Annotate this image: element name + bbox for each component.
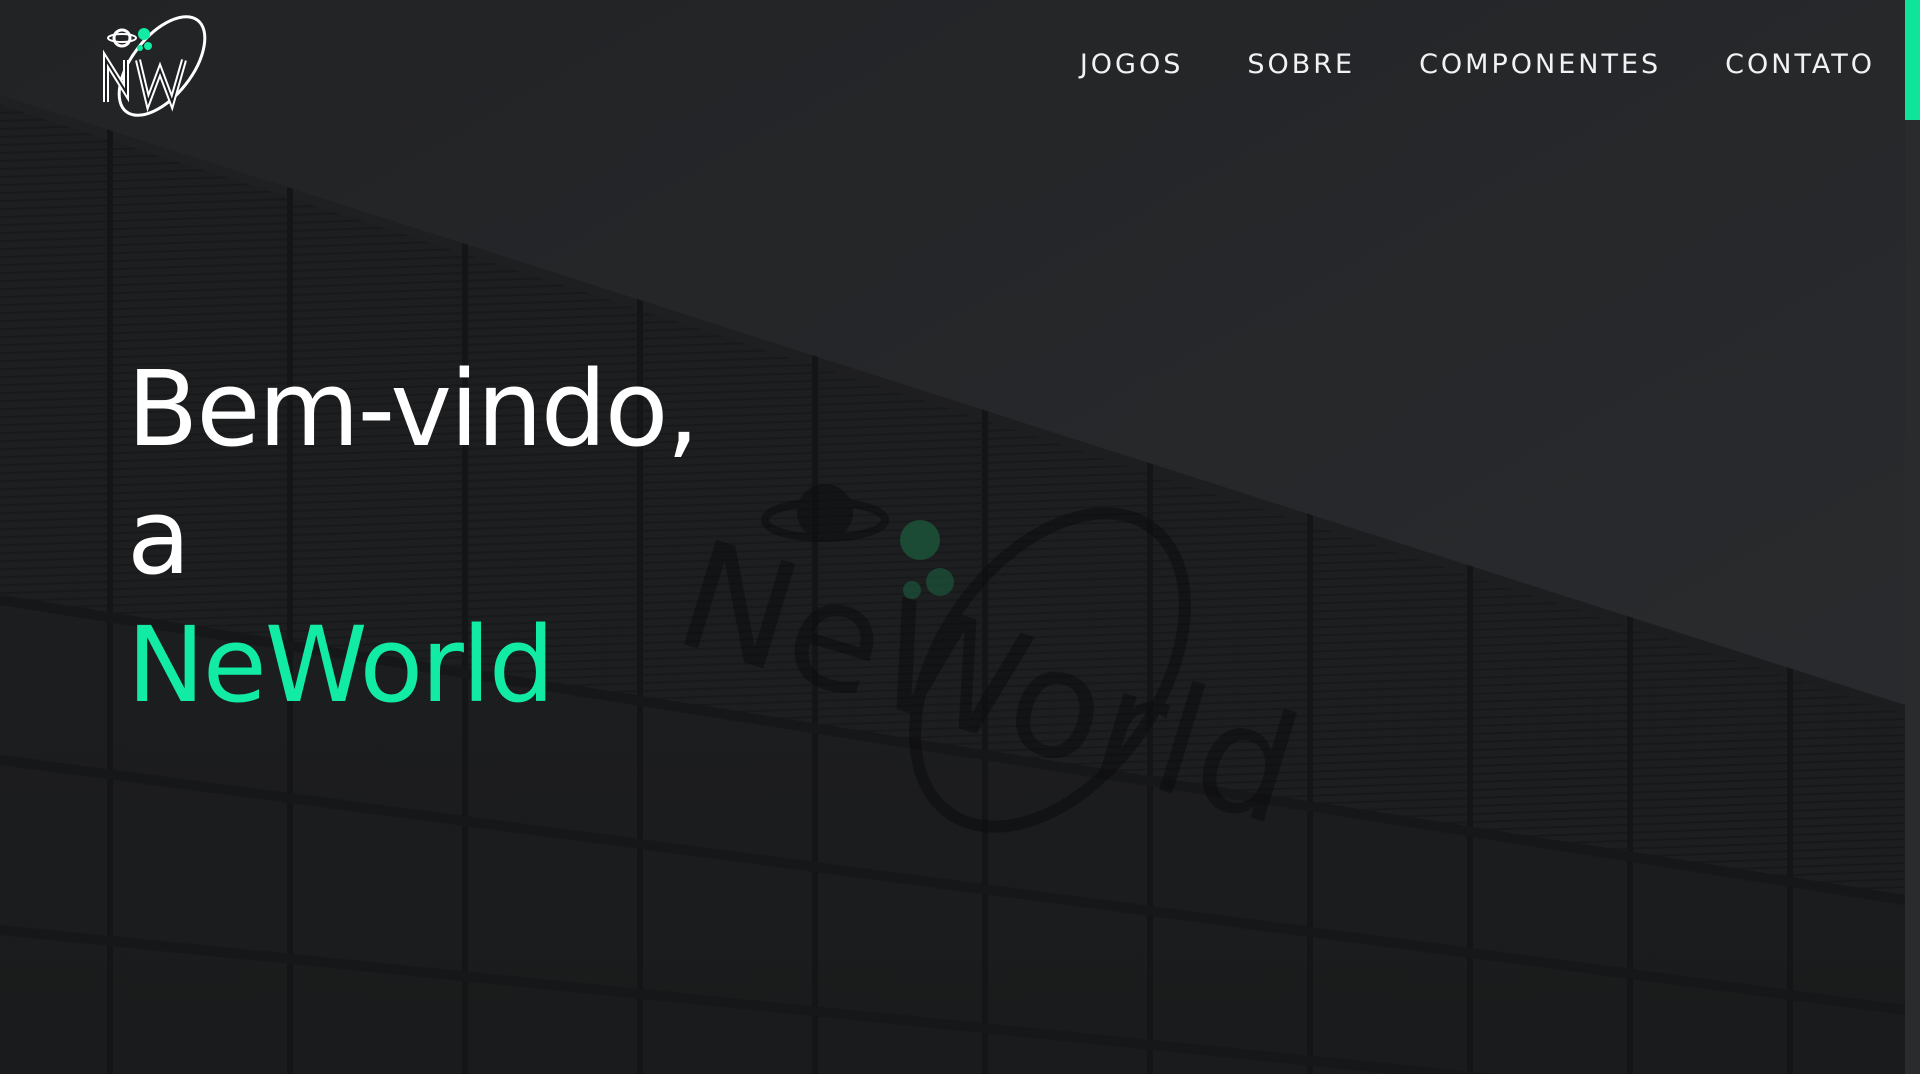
site-header: JOGOS SOBRE COMPONENTES CONTATO	[0, 0, 1905, 130]
nav-link-jogos[interactable]: JOGOS	[1080, 46, 1184, 84]
nav-link-contato[interactable]: CONTATO	[1725, 46, 1875, 84]
hero-heading: Bem-vindo, a NeWorld	[127, 345, 699, 729]
main-nav: JOGOS SOBRE COMPONENTES CONTATO	[1080, 46, 1875, 84]
nav-link-componentes[interactable]: COMPONENTES	[1419, 46, 1661, 84]
neworld-logo-icon[interactable]	[100, 8, 220, 120]
scrollbar-thumb[interactable]	[1905, 0, 1920, 120]
hero-line-brand: NeWorld	[127, 604, 555, 726]
landing-page: NeWorld JOGOS SOBRE COMPONENTES CONTATO …	[0, 0, 1920, 1074]
hero-line-welcome: Bem-vindo,	[127, 348, 699, 470]
hero-line-a: a	[127, 476, 191, 598]
page-scrollbar[interactable]	[1905, 0, 1920, 1074]
nav-link-sobre[interactable]: SOBRE	[1247, 46, 1355, 84]
